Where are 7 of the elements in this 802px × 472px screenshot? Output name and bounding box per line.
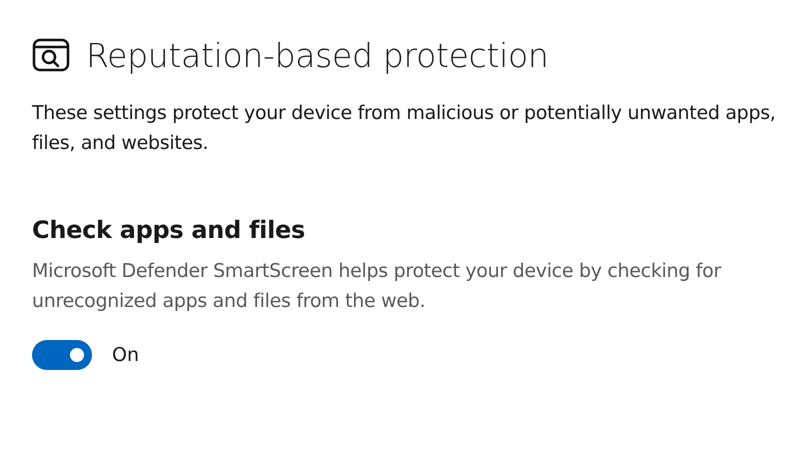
page-title: Reputation-based protection <box>86 38 548 72</box>
page-description: These settings protect your device from malicious or potentially unwanted apps, files, and websites. <box>32 101 777 156</box>
toggle-label: On <box>112 342 139 368</box>
section-heading: Check apps and files <box>32 215 306 246</box>
section-description: Microsoft Defender SmartScreen helps protect your device by checking for unrecognized apps and files from the web. <box>32 259 722 314</box>
search-window-icon <box>32 38 70 72</box>
toggle-switch[interactable] <box>32 340 92 370</box>
